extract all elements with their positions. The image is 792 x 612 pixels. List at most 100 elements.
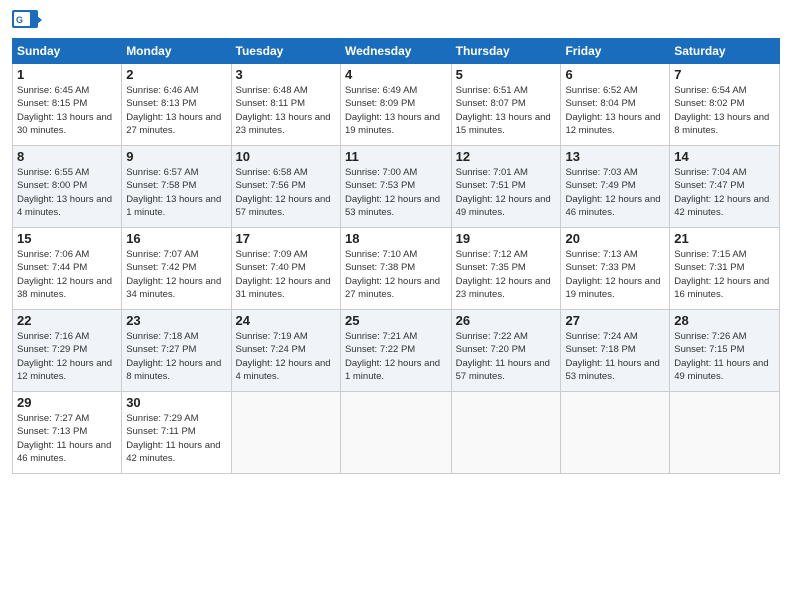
- sunrise-text: Sunrise: 6:45 AM: [17, 85, 89, 96]
- day-info: Sunrise: 6:49 AM Sunset: 8:09 PM Dayligh…: [345, 84, 447, 137]
- day-info: Sunrise: 6:45 AM Sunset: 8:15 PM Dayligh…: [17, 84, 117, 137]
- table-row: 20 Sunrise: 7:13 AM Sunset: 7:33 PM Dayl…: [561, 228, 670, 310]
- logo: G: [12, 10, 46, 32]
- day-info: Sunrise: 6:58 AM Sunset: 7:56 PM Dayligh…: [236, 166, 336, 219]
- daylight-text: Daylight: 12 hours and 34 minutes.: [126, 276, 221, 300]
- table-row: 23 Sunrise: 7:18 AM Sunset: 7:27 PM Dayl…: [122, 310, 231, 392]
- day-number: 26: [456, 313, 557, 328]
- table-row: 24 Sunrise: 7:19 AM Sunset: 7:24 PM Dayl…: [231, 310, 340, 392]
- sunrise-text: Sunrise: 7:19 AM: [236, 331, 308, 342]
- day-number: 1: [17, 67, 117, 82]
- day-info: Sunrise: 7:00 AM Sunset: 7:53 PM Dayligh…: [345, 166, 447, 219]
- table-row: 17 Sunrise: 7:09 AM Sunset: 7:40 PM Dayl…: [231, 228, 340, 310]
- day-info: Sunrise: 7:21 AM Sunset: 7:22 PM Dayligh…: [345, 330, 447, 383]
- day-info: Sunrise: 6:54 AM Sunset: 8:02 PM Dayligh…: [674, 84, 775, 137]
- daylight-text: Daylight: 13 hours and 30 minutes.: [17, 112, 112, 136]
- daylight-text: Daylight: 11 hours and 57 minutes.: [456, 358, 550, 382]
- table-row: 26 Sunrise: 7:22 AM Sunset: 7:20 PM Dayl…: [451, 310, 561, 392]
- sunset-text: Sunset: 7:38 PM: [345, 262, 415, 273]
- table-row: [670, 392, 780, 474]
- day-number: 21: [674, 231, 775, 246]
- table-row: 2 Sunrise: 6:46 AM Sunset: 8:13 PM Dayli…: [122, 64, 231, 146]
- daylight-text: Daylight: 13 hours and 19 minutes.: [345, 112, 440, 136]
- day-info: Sunrise: 7:13 AM Sunset: 7:33 PM Dayligh…: [565, 248, 665, 301]
- col-friday: Friday: [561, 39, 670, 64]
- table-row: 9 Sunrise: 6:57 AM Sunset: 7:58 PM Dayli…: [122, 146, 231, 228]
- daylight-text: Daylight: 12 hours and 31 minutes.: [236, 276, 331, 300]
- sunrise-text: Sunrise: 7:01 AM: [456, 167, 528, 178]
- calendar-table: Sunday Monday Tuesday Wednesday Thursday…: [12, 38, 780, 474]
- table-row: 10 Sunrise: 6:58 AM Sunset: 7:56 PM Dayl…: [231, 146, 340, 228]
- sunset-text: Sunset: 7:31 PM: [674, 262, 744, 273]
- col-monday: Monday: [122, 39, 231, 64]
- day-number: 4: [345, 67, 447, 82]
- table-row: 16 Sunrise: 7:07 AM Sunset: 7:42 PM Dayl…: [122, 228, 231, 310]
- sunset-text: Sunset: 8:00 PM: [17, 180, 87, 191]
- header: G: [12, 10, 780, 32]
- daylight-text: Daylight: 11 hours and 46 minutes.: [17, 440, 111, 464]
- sunset-text: Sunset: 7:56 PM: [236, 180, 306, 191]
- table-row: [231, 392, 340, 474]
- calendar-week-row: 22 Sunrise: 7:16 AM Sunset: 7:29 PM Dayl…: [13, 310, 780, 392]
- sunrise-text: Sunrise: 7:00 AM: [345, 167, 417, 178]
- sunrise-text: Sunrise: 6:52 AM: [565, 85, 637, 96]
- day-info: Sunrise: 7:27 AM Sunset: 7:13 PM Dayligh…: [17, 412, 117, 465]
- daylight-text: Daylight: 12 hours and 57 minutes.: [236, 194, 331, 218]
- sunset-text: Sunset: 7:40 PM: [236, 262, 306, 273]
- daylight-text: Daylight: 13 hours and 1 minute.: [126, 194, 221, 218]
- day-info: Sunrise: 7:07 AM Sunset: 7:42 PM Dayligh…: [126, 248, 226, 301]
- day-number: 19: [456, 231, 557, 246]
- sunrise-text: Sunrise: 7:26 AM: [674, 331, 746, 342]
- svg-text:G: G: [16, 15, 23, 25]
- day-number: 9: [126, 149, 226, 164]
- daylight-text: Daylight: 13 hours and 15 minutes.: [456, 112, 551, 136]
- daylight-text: Daylight: 12 hours and 16 minutes.: [674, 276, 769, 300]
- day-number: 25: [345, 313, 447, 328]
- day-number: 11: [345, 149, 447, 164]
- sunset-text: Sunset: 7:49 PM: [565, 180, 635, 191]
- day-number: 14: [674, 149, 775, 164]
- table-row: 27 Sunrise: 7:24 AM Sunset: 7:18 PM Dayl…: [561, 310, 670, 392]
- day-number: 20: [565, 231, 665, 246]
- sunrise-text: Sunrise: 6:49 AM: [345, 85, 417, 96]
- sunrise-text: Sunrise: 6:57 AM: [126, 167, 198, 178]
- daylight-text: Daylight: 13 hours and 12 minutes.: [565, 112, 660, 136]
- table-row: 25 Sunrise: 7:21 AM Sunset: 7:22 PM Dayl…: [340, 310, 451, 392]
- daylight-text: Daylight: 12 hours and 19 minutes.: [565, 276, 660, 300]
- day-info: Sunrise: 7:09 AM Sunset: 7:40 PM Dayligh…: [236, 248, 336, 301]
- sunset-text: Sunset: 7:22 PM: [345, 344, 415, 355]
- day-number: 8: [17, 149, 117, 164]
- sunrise-text: Sunrise: 7:29 AM: [126, 413, 198, 424]
- calendar-week-row: 1 Sunrise: 6:45 AM Sunset: 8:15 PM Dayli…: [13, 64, 780, 146]
- day-number: 6: [565, 67, 665, 82]
- daylight-text: Daylight: 11 hours and 42 minutes.: [126, 440, 220, 464]
- day-number: 12: [456, 149, 557, 164]
- sunrise-text: Sunrise: 7:22 AM: [456, 331, 528, 342]
- daylight-text: Daylight: 12 hours and 38 minutes.: [17, 276, 112, 300]
- sunrise-text: Sunrise: 6:51 AM: [456, 85, 528, 96]
- day-number: 17: [236, 231, 336, 246]
- col-thursday: Thursday: [451, 39, 561, 64]
- day-info: Sunrise: 7:01 AM Sunset: 7:51 PM Dayligh…: [456, 166, 557, 219]
- sunrise-text: Sunrise: 6:55 AM: [17, 167, 89, 178]
- day-number: 23: [126, 313, 226, 328]
- table-row: 14 Sunrise: 7:04 AM Sunset: 7:47 PM Dayl…: [670, 146, 780, 228]
- day-info: Sunrise: 7:12 AM Sunset: 7:35 PM Dayligh…: [456, 248, 557, 301]
- sunset-text: Sunset: 8:07 PM: [456, 98, 526, 109]
- sunrise-text: Sunrise: 7:24 AM: [565, 331, 637, 342]
- sunrise-text: Sunrise: 7:12 AM: [456, 249, 528, 260]
- table-row: 18 Sunrise: 7:10 AM Sunset: 7:38 PM Dayl…: [340, 228, 451, 310]
- day-info: Sunrise: 6:48 AM Sunset: 8:11 PM Dayligh…: [236, 84, 336, 137]
- sunrise-text: Sunrise: 7:10 AM: [345, 249, 417, 260]
- table-row: 22 Sunrise: 7:16 AM Sunset: 7:29 PM Dayl…: [13, 310, 122, 392]
- table-row: 15 Sunrise: 7:06 AM Sunset: 7:44 PM Dayl…: [13, 228, 122, 310]
- sunrise-text: Sunrise: 7:21 AM: [345, 331, 417, 342]
- day-number: 29: [17, 395, 117, 410]
- daylight-text: Daylight: 12 hours and 1 minute.: [345, 358, 440, 382]
- day-info: Sunrise: 6:52 AM Sunset: 8:04 PM Dayligh…: [565, 84, 665, 137]
- sunrise-text: Sunrise: 7:16 AM: [17, 331, 89, 342]
- day-info: Sunrise: 7:29 AM Sunset: 7:11 PM Dayligh…: [126, 412, 226, 465]
- table-row: 12 Sunrise: 7:01 AM Sunset: 7:51 PM Dayl…: [451, 146, 561, 228]
- sunrise-text: Sunrise: 6:58 AM: [236, 167, 308, 178]
- day-info: Sunrise: 7:10 AM Sunset: 7:38 PM Dayligh…: [345, 248, 447, 301]
